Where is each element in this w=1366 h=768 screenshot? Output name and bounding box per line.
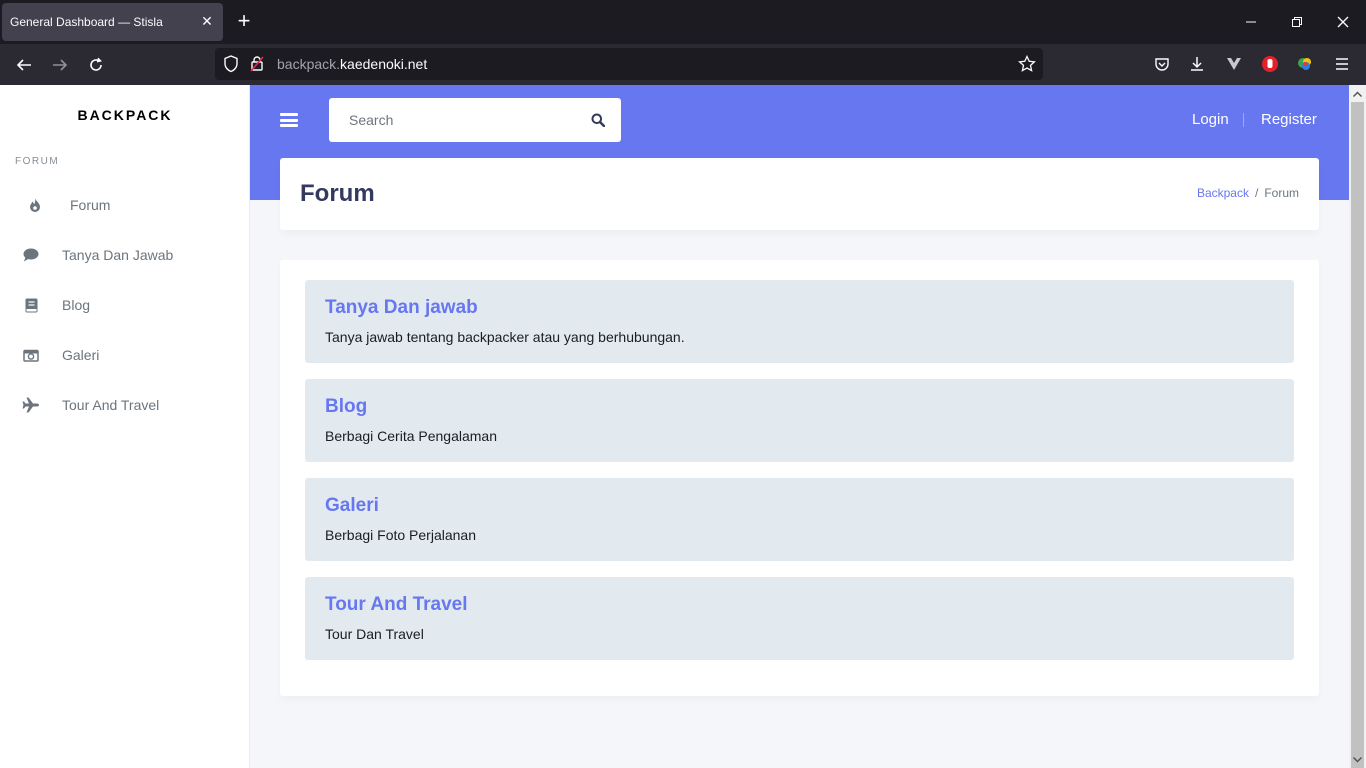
forum-item-description: Berbagi Cerita Pengalaman [325, 428, 497, 444]
menu-header: FORUM [15, 156, 60, 167]
breadcrumb-current: Forum [1264, 186, 1299, 200]
tab-close-icon[interactable]: ✕ [199, 13, 215, 29]
nav-divider [1243, 113, 1244, 127]
search-input[interactable] [329, 98, 579, 142]
url-domain: kaedenoki.net [340, 56, 428, 72]
scroll-down-icon[interactable] [1349, 751, 1366, 768]
sidebar-toggle-icon[interactable] [280, 110, 298, 130]
forum-item-title[interactable]: Tour And Travel [325, 594, 468, 616]
camera-icon [22, 346, 40, 364]
section-header: Forum Backpack / Forum [280, 158, 1319, 230]
browser-tabbar: General Dashboard — Stisla ✕ + [0, 0, 1366, 44]
shield-icon[interactable] [223, 55, 239, 78]
sidebar-item-galeri[interactable]: Galeri [0, 335, 249, 375]
brand-logo[interactable]: BACKPACK [0, 107, 250, 123]
register-link[interactable]: Register [1261, 111, 1317, 128]
sidebar-item-forum[interactable]: Forum [0, 185, 249, 225]
forum-card: Tanya Dan jawab Tanya jawab tentang back… [280, 260, 1319, 696]
sidebar-item-label: Galeri [62, 347, 100, 363]
search-icon[interactable] [589, 111, 607, 129]
color-extension-icon[interactable] [1295, 54, 1315, 74]
breadcrumb-link-backpack[interactable]: Backpack [1197, 186, 1249, 200]
forum-item-tanya-dan-jawab[interactable]: Tanya Dan jawab Tanya jawab tentang back… [305, 280, 1294, 363]
forward-icon[interactable] [47, 52, 73, 78]
breadcrumb: Backpack / Forum [1197, 186, 1299, 200]
reload-icon[interactable] [83, 52, 109, 78]
forum-item-galeri[interactable]: Galeri Berbagi Foto Perjalanan [305, 478, 1294, 561]
sidebar-item-blog[interactable]: Blog [0, 285, 249, 325]
sidebar: BACKPACK FORUM Forum Tanya Dan Jawab Blo… [0, 85, 250, 768]
scroll-up-icon[interactable] [1349, 85, 1366, 102]
restore-icon[interactable] [1287, 12, 1307, 32]
url-bar[interactable]: backpack.kaedenoki.net [215, 48, 1043, 80]
sidebar-item-label: Tour And Travel [62, 397, 160, 413]
search-box [329, 98, 621, 142]
sidebar-item-tanya-dan-jawab[interactable]: Tanya Dan Jawab [0, 235, 249, 275]
scrollbar-thumb[interactable] [1351, 102, 1364, 768]
forum-item-title[interactable]: Tanya Dan jawab [325, 297, 478, 319]
sidebar-item-label: Tanya Dan Jawab [62, 247, 174, 263]
sidebar-item-label: Forum [70, 197, 111, 213]
comment-icon [22, 246, 40, 264]
forum-item-description: Berbagi Foto Perjalanan [325, 527, 476, 543]
sidebar-item-tour-and-travel[interactable]: Tour And Travel [0, 385, 249, 425]
sidebar-item-label: Blog [62, 297, 91, 313]
page-title: Forum [300, 180, 375, 207]
minimize-icon[interactable] [1241, 12, 1261, 32]
login-link[interactable]: Login [1192, 111, 1229, 128]
bookmark-star-icon[interactable] [1018, 54, 1036, 78]
plane-icon [22, 396, 40, 414]
url-subdomain: backpack. [277, 56, 341, 72]
new-tab-icon[interactable]: + [233, 10, 255, 33]
tab-title: General Dashboard — Stisla [10, 15, 163, 29]
forum-item-title[interactable]: Galeri [325, 495, 379, 517]
pocket-icon[interactable] [1152, 54, 1172, 74]
close-window-icon[interactable] [1333, 12, 1353, 32]
back-icon[interactable] [11, 52, 37, 78]
adblock-icon[interactable] [1260, 54, 1280, 74]
forum-item-description: Tanya jawab tentang backpacker atau yang… [325, 329, 685, 345]
breadcrumb-separator: / [1254, 186, 1259, 200]
forum-item-blog[interactable]: Blog Berbagi Cerita Pengalaman [305, 379, 1294, 462]
download-icon[interactable] [1187, 54, 1207, 74]
lock-insecure-icon[interactable] [249, 55, 265, 78]
book-icon [22, 296, 40, 314]
app-menu-icon[interactable] [1332, 54, 1352, 74]
fire-icon [26, 196, 44, 214]
page-scrollbar[interactable] [1349, 85, 1366, 768]
vue-devtools-icon[interactable] [1224, 54, 1244, 74]
forum-item-title[interactable]: Blog [325, 396, 367, 418]
browser-tab[interactable]: General Dashboard — Stisla ✕ [2, 3, 223, 41]
browser-navbar: backpack.kaedenoki.net [0, 44, 1366, 85]
url-text[interactable]: backpack.kaedenoki.net [277, 56, 427, 72]
forum-item-description: Tour Dan Travel [325, 626, 424, 642]
forum-item-tour-and-travel[interactable]: Tour And Travel Tour Dan Travel [305, 577, 1294, 660]
